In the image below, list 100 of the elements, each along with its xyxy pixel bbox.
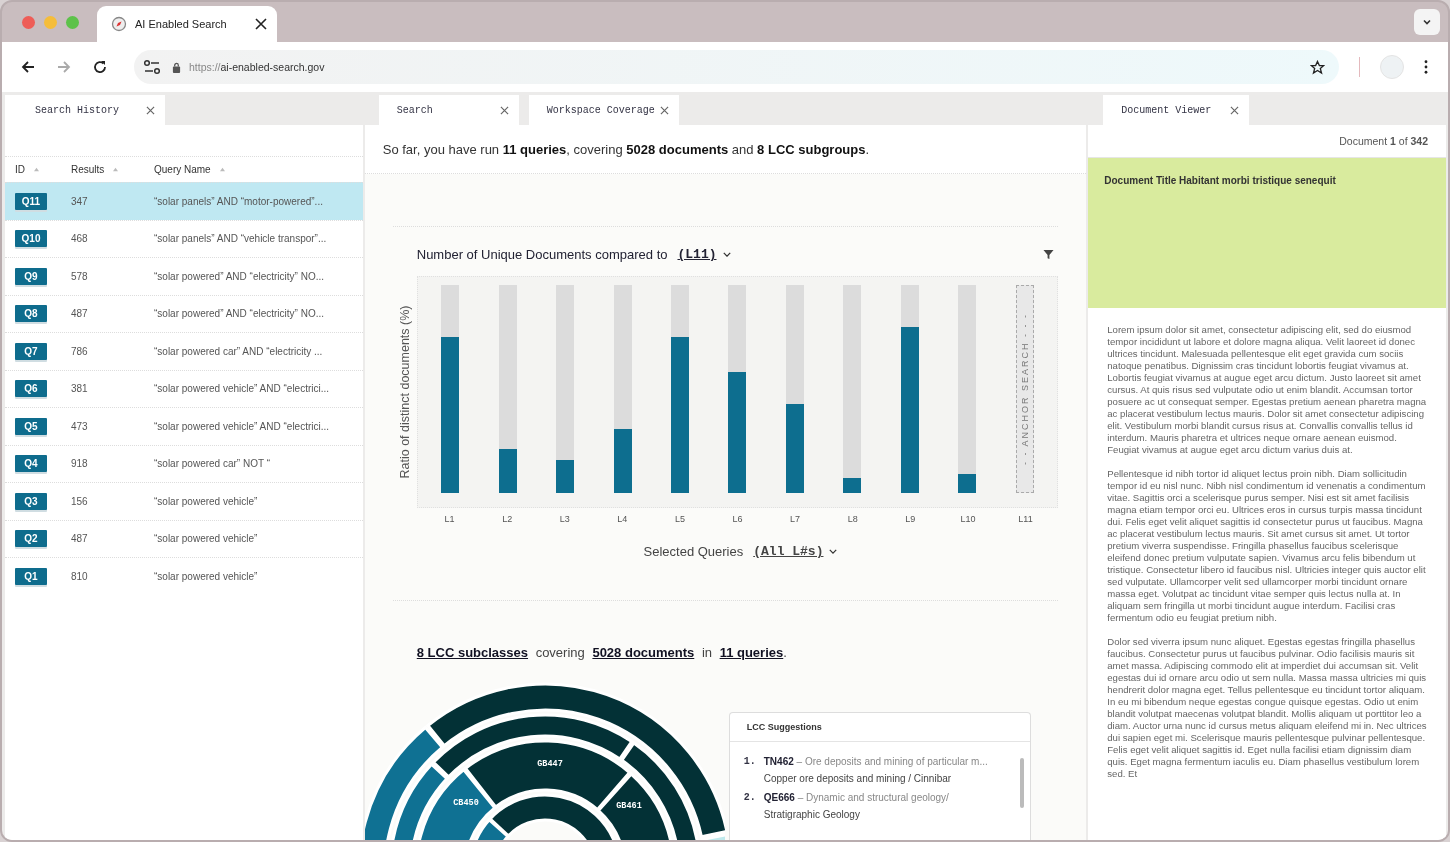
query-row[interactable]: Q6 381 “solar powered vehicle” AND “electrici... [5,369,363,407]
query-id-badge: Q6 [15,380,47,398]
document-paragraph: Pellentesque id nibh tortor id aliquet lectus proin nibh. Diam sollicitudin tempor id eu nisl nunc. Nibh nisl condimentum id venenatis a condimentum vitae. Sagittis orci a scelerisque purus semper. Nisi est sit amet facilisis magna etiam tempor orci eu. Ultrices eros in cursus turpis massa tincidunt dui. Felis eget velit aliquet sagittis id consectetur purus ut faucibus. Magna ac placerat vestibulum lectus mauris. Sit amet cursus sit amet. Ut tortor pretium viverra suspendisse. Fringilla phasellus faucibus scelerisque eleifend donec pretium vulputate sapien. Vivamus arcu felis bibendum ut tristique. Consectetur libero id faucibus nisl. Ultricies integer quis auctor elit sed vulputate. Ullamcorper velit sed ullamcorper morbi tincidunt ornare massa eget. Volutpat ac tincidunt vitae semper quis lectus nulla at. In aliquam sem fringilla ut morbi tincidunt augue interdum. Facilisi cras fermentum odio eu feugiat pretium nibh. [1107,468,1427,624]
summary-text: So far, you have run 11 queries, covering 5028 documents and 8 LCC subgroups. [364,125,1087,174]
reload-icon[interactable] [92,59,108,75]
chart-title: Number of Unique Documents compared to [416,247,668,262]
x-tick-label: L8 [847,514,858,524]
query-name: “solar panels” AND “motor-powered”... [154,195,323,207]
lcc-subtitle: Stratigraphic Geology [763,809,861,820]
query-name: “solar powered vehicle” AND “electrici... [154,420,330,432]
menu-icon[interactable] [1424,60,1428,74]
anchor-bar: - - ANCHOR SEARCH - - - [1015,285,1034,493]
results-count: 381 [71,383,88,395]
filter-icon[interactable] [1043,249,1055,260]
results-count: 810 [71,570,88,582]
scrollbar-thumb[interactable] [1019,758,1024,808]
query-row[interactable]: Q3 156 “solar powered vehicle” [5,482,363,520]
results-count: 918 [71,458,88,470]
panel-tab[interactable]: Document Viewer [1103,95,1250,125]
document-counter: Document 1 of 342 [1339,135,1428,147]
address-bar[interactable]: https://ai-enabled-search.gov [134,50,1339,84]
browser-tab[interactable]: AI Enabled Search [97,6,277,42]
panel-tab[interactable]: Search [378,95,519,125]
query-name: “solar powered car” NOT “ [154,458,270,470]
query-id-badge: Q7 [15,342,47,360]
segment-label: GB447 [537,759,563,769]
query-row[interactable]: Q5 473 “solar powered vehicle” AND “electrici... [5,407,363,445]
query-name: “solar powered” AND “electricity” NO... [154,308,325,320]
back-icon[interactable] [20,59,36,75]
y-axis-label: Ratio of distinct documents (%) [397,305,412,479]
x-tick-label: L4 [617,514,628,524]
subclasses-link[interactable]: 8 LCC subclasses [416,645,529,660]
query-name: “solar powered vehicle” [154,570,258,582]
results-count: 473 [71,420,88,432]
x-axis-title: Selected Queries [643,544,744,559]
chevron-icon[interactable] [829,549,838,554]
document-title: Document Title Habitant morbi tristique senequit [1104,175,1336,186]
documents-link[interactable]: 5028 documents [592,645,695,660]
query-name: “solar powered vehicle” [154,533,258,545]
query-id-badge: Q9 [15,267,47,285]
x-tick-label: L3 [559,514,570,524]
query-row[interactable]: Q4 918 “solar powered car” NOT “ [5,444,363,482]
panel-tab[interactable]: Workspace Coverage [528,95,679,125]
document-paragraph: Lorem ipsum dolor sit amet, consectetur adipiscing elit, sed do eiusmod tempor incididunt ut labore et dolore magna aliqua. Velit laoreet id donec ultrices tincidunt. Malesuada pellentesque elit eget gravida cum sociis natoque penatibus. Dignissim cras tincidunt lobortis feugiat vivamus at. Lobortis feugiat vivamus at augue eget arcu dictum. Justo laoreet sit amet cursus. At quis risus sed vulputate odio ut enim blandit. Accumsan tortor posuere ac ut consequat semper. Egestas pretium aenean pharetra magna ac placerat vestibulum lectus mauris. Dolor sit amet consectetur adipiscing elit. Vestibulum morbi blandit cursus risus at. Convallis convallis tellus id interdum. Mauris pharetra et ultrices neque ornare aenean euismod. Feugiat vivamus at augue eget arcu dictum varius duis at. [1107,324,1428,456]
query-row[interactable]: Q7 786 “solar powered car” AND “electricity ... [5,332,363,370]
list-number: 1. [743,756,756,769]
query-name: “solar powered car” AND “electricity ... [154,345,323,357]
query-id-badge: Q2 [15,530,47,548]
query-row[interactable]: Q9 578 “solar powered” AND “electricity” NO... [5,257,363,295]
segment-label: CB450 [453,798,479,808]
compare-dropdown[interactable]: (L11) [677,247,717,262]
x-tick-label: L2 [502,514,513,524]
x-tick-label: L11 [1018,514,1033,524]
results-count: 156 [71,495,88,507]
x-tick-label: L9 [905,514,916,524]
query-id-badge: Q1 [15,567,47,585]
url-text: https://ai-enabled-search.gov [189,61,325,73]
lcc-subtitle: Copper ore deposits and mining / Cinnibar [763,773,953,784]
segment-label: GB461 [616,801,642,811]
list-number: 2. [743,792,756,805]
lcc-description: – Ore deposits and mining of particular m... [796,756,988,767]
x-tick-label: L10 [960,514,976,524]
results-count: 468 [71,233,88,245]
star-icon[interactable] [1310,59,1325,75]
results-count: 578 [71,270,88,282]
query-name: “solar powered” AND “electricity” NO... [154,270,325,282]
column-header[interactable]: Results [71,164,105,175]
lcc-description: – Dynamic and structural geology/ [797,792,949,803]
query-name: “solar powered vehicle” [154,495,258,507]
query-row[interactable]: Q10 468 “solar panels” AND “vehicle transpor”... [5,219,363,257]
lcc-code[interactable]: QE666 [763,792,795,803]
x-tick-label: L7 [790,514,801,524]
chevron-icon[interactable] [722,252,731,257]
query-id-badge: Q8 [15,305,47,323]
query-row[interactable]: Q8 487 “solar powered” AND “electricity” NO... [5,294,363,332]
query-row[interactable]: Q2 487 “solar powered vehicle” [5,519,363,557]
results-count: 786 [71,345,88,357]
lock-icon [172,61,181,73]
compass-icon [111,16,127,32]
panel-tab[interactable]: Search History [5,95,165,125]
query-name: “solar panels” AND “vehicle transpor”... [154,233,327,245]
query-row[interactable]: Q1 810 “solar powered vehicle” [5,557,363,595]
query-id-badge: Q11 [15,192,47,210]
lcc-code[interactable]: TN462 [763,756,794,767]
column-header[interactable]: ID [15,164,25,175]
query-id-badge: Q3 [15,492,47,510]
x-tick-label: L1 [444,514,455,524]
document-paragraph: Dolor sed viverra ipsum nunc aliquet. Egestas egestas fringilla phasellus faucibus. Consectetur purus ut faucibus pulvinar. Odio facilisis mauris sit amet massa. Adipiscing commodo elit at imperdiet dui accumsan sit. Velit egestas dui id ornare arcu odio ut sem nulla. Massa massa ultricies mi quis hendrerit dolor magna eget. Tellus pellentesque eu tincidunt tortor aliquam. In eu mi bibendum neque egestas congue quisque egestas. Odio ut enim blandit volutpat maecenas volutpat blandit. Mollis aliquam ut porttitor leo a diam. Auctor urna nunc id cursus metus aliquam eleifend mi in. Nec ultrices dui sapien eget mi. Scelerisque mauris pellentesque pulvinar pellentesque. Felis eget velit aliquet sagittis id. Eget nulla facilisi etiam dignissim diam quis. Eget magna fermentum iaculis eu. Diam phasellus vestibulum lorem sed. Et [1107,636,1428,780]
selection-dropdown[interactable]: (All L#s) [753,544,824,559]
coverage-sentence: 8 LCC subclasses covering 5028 documents in 11 queries. [416,645,788,660]
column-header[interactable]: Query Name [154,164,211,175]
query-name: “solar powered vehicle” AND “electrici... [154,383,330,395]
query-row[interactable]: Q11 347 “solar panels” AND “motor-powered”... [5,182,363,220]
query-id-badge: Q10 [15,230,47,248]
site-settings-icon[interactable] [142,59,162,75]
query-id-badge: Q4 [15,455,47,473]
panel-title: LCC Suggestions [746,722,822,732]
x-tick-label: L5 [674,514,685,524]
close-icon[interactable] [255,18,267,30]
x-tick-label: L6 [732,514,743,524]
